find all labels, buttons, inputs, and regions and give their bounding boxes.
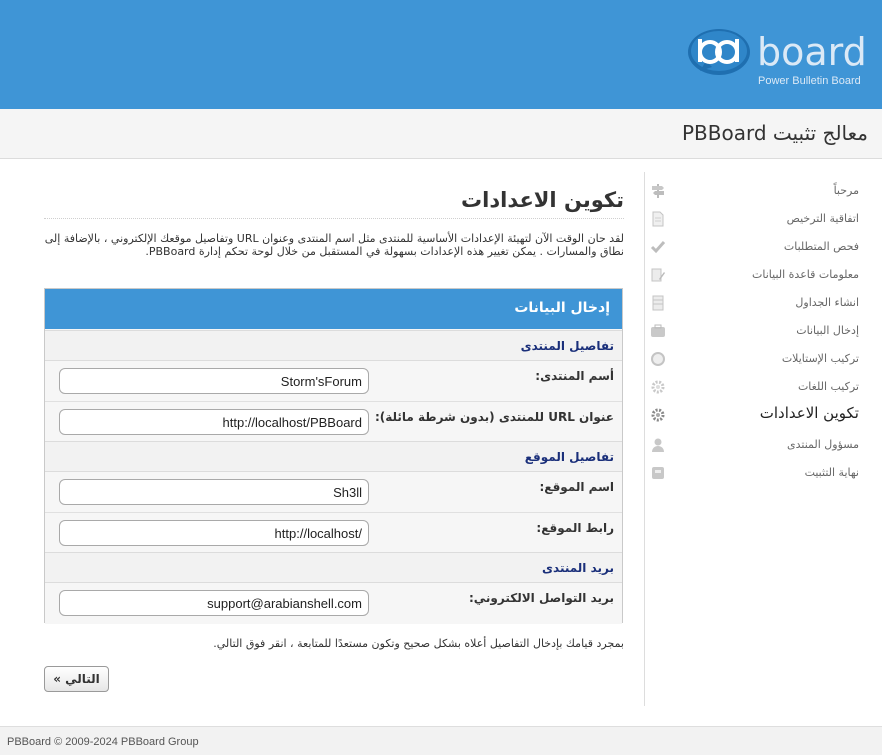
next-button[interactable]: التالي »: [44, 666, 109, 692]
settings-form: إدخال البيانات تفاصيل المنتدى أسم المنتد…: [44, 288, 623, 624]
edit-document-icon: [651, 268, 665, 282]
pbboard-logo[interactable]: board Power Bulletin Board: [686, 27, 870, 87]
title-bar: معالج تثبيت PBBoard: [0, 109, 882, 159]
site-name-input[interactable]: [59, 479, 369, 505]
step-create-tables[interactable]: انشاء الجداول: [645, 290, 873, 316]
section-site-details: تفاصيل الموقع: [45, 441, 622, 472]
finish-icon: [652, 467, 664, 479]
gear-icon: [651, 408, 665, 422]
site-name-label: اسم الموقع:: [539, 480, 614, 494]
step-finish[interactable]: نهاية التثبيت: [645, 460, 873, 486]
form-header: إدخال البيانات: [45, 289, 622, 329]
step-welcome[interactable]: مرحباً: [645, 178, 873, 204]
step-install-styles[interactable]: تركيب الإستايلات: [645, 346, 873, 372]
step-label: تركيب الإستايلات: [781, 352, 859, 365]
instruction-text: بمجرد قيامك بإدخال التفاصيل أعلاه بشكل ص…: [213, 637, 624, 650]
forum-name-label: أسم المنتدى:: [535, 369, 614, 383]
contact-email-row: بريد التواصل الالكتروني:: [45, 583, 622, 624]
logo-bubble-icon: [688, 29, 750, 75]
checkmark-icon: [650, 241, 666, 254]
site-url-row: رابط الموقع:: [45, 513, 622, 554]
form-title: إدخال البيانات: [514, 300, 610, 316]
contact-email-input[interactable]: [59, 590, 369, 616]
gear-icon: [651, 380, 665, 394]
section-title: بريد المنتدى: [542, 561, 614, 575]
step-label: تركيب اللغات: [797, 380, 859, 393]
install-steps-sidebar: مرحباً اتفاقية الترخيص فحص المتطلبات معل…: [644, 172, 882, 706]
user-icon: [652, 438, 664, 452]
logo-tagline: Power Bulletin Board: [758, 75, 861, 87]
step-label: مرحباً: [833, 184, 859, 197]
step-install-languages[interactable]: تركيب اللغات: [645, 374, 873, 400]
forum-url-input[interactable]: [59, 409, 369, 435]
forum-name-input[interactable]: [59, 368, 369, 394]
section-title: تفاصيل المنتدى: [520, 339, 614, 353]
section-forum-details: تفاصيل المنتدى: [45, 330, 622, 361]
site-url-input[interactable]: [59, 520, 369, 546]
copyright-text: PBBoard © 2009-2024 PBBoard Group: [7, 736, 199, 748]
forum-url-label: عنوان URL للمنتدى (بدون شرطة مائلة):: [374, 410, 614, 424]
step-label: اتفاقية الترخيص: [786, 212, 859, 225]
step-requirements[interactable]: فحص المتطلبات: [645, 234, 873, 260]
section-title: تفاصيل الموقع: [524, 450, 614, 464]
step-forum-admin[interactable]: مسؤول المنتدى: [645, 432, 873, 458]
step-label: انشاء الجداول: [795, 296, 859, 309]
step-label: إدخال البيانات: [796, 324, 859, 337]
forum-url-row: عنوان URL للمنتدى (بدون شرطة مائلة):: [45, 402, 622, 443]
step-label: معلومات قاعدة البيانات: [752, 268, 859, 281]
document-icon: [652, 211, 664, 227]
site-url-label: رابط الموقع:: [536, 521, 614, 535]
step-license[interactable]: اتفاقية الترخيص: [645, 206, 873, 232]
forum-name-row: أسم المنتدى:: [45, 361, 622, 402]
table-icon: [652, 295, 664, 311]
step-label: فحص المتطلبات: [783, 240, 859, 253]
logo-wordmark: board: [757, 30, 867, 74]
step-label: مسؤول المنتدى: [787, 438, 859, 451]
step-configure-settings[interactable]: تكوين الاعدادات: [645, 402, 873, 428]
intro-text: لقد حان الوقت الآن لتهيئة الإعدادات الأس…: [44, 232, 624, 258]
site-name-row: اسم الموقع:: [45, 472, 622, 513]
step-label: تكوين الاعدادات: [759, 404, 859, 422]
heading-divider: [44, 218, 624, 219]
site-header: board Power Bulletin Board: [0, 0, 882, 109]
page-title: تكوين الاعدادات: [461, 188, 624, 212]
section-forum-email: بريد المنتدى: [45, 552, 622, 583]
wizard-title: معالج تثبيت PBBoard: [681, 121, 868, 145]
step-data-entry[interactable]: إدخال البيانات: [645, 318, 873, 344]
briefcase-icon: [651, 324, 665, 337]
site-footer: PBBoard © 2009-2024 PBBoard Group: [0, 726, 882, 755]
step-label: نهاية التثبيت: [804, 466, 859, 479]
circle-icon: [651, 352, 665, 366]
step-database-info[interactable]: معلومات قاعدة البيانات: [645, 262, 873, 288]
signpost-icon: [652, 184, 664, 198]
contact-email-label: بريد التواصل الالكتروني:: [468, 591, 614, 605]
